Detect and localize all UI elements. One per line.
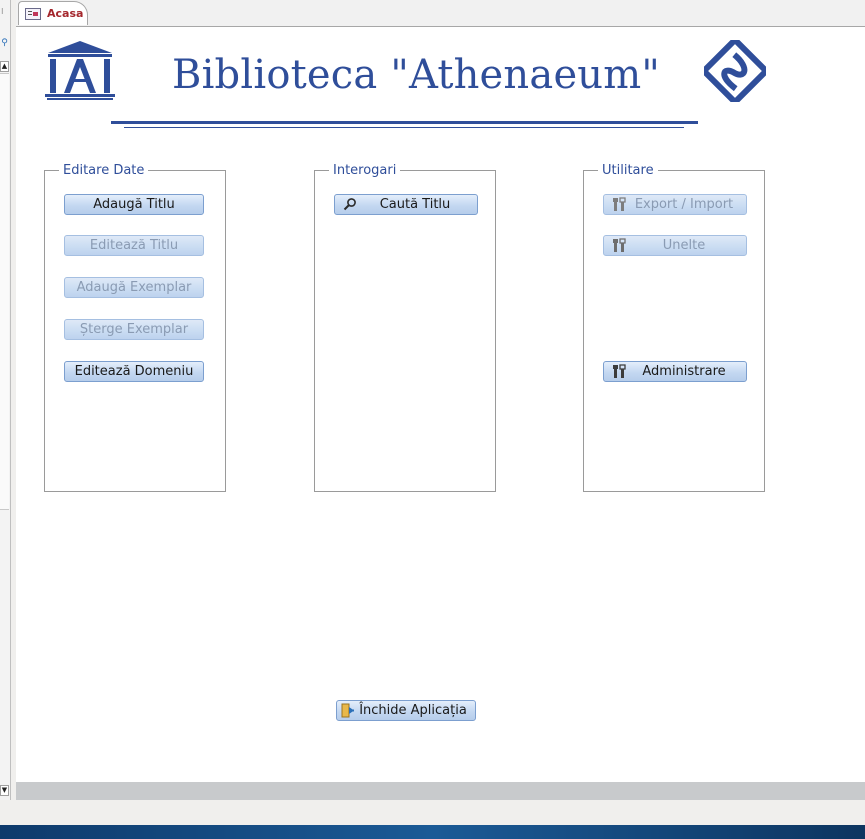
nav-scrollbar-track[interactable] (0, 73, 9, 510)
scroll-up-button[interactable]: ▲ (0, 61, 9, 72)
athenaeum-logo (45, 41, 115, 100)
page-title: Biblioteca "Athenaeum" (171, 52, 661, 98)
institution-logo (704, 40, 766, 102)
close-application-button[interactable]: Închide Aplicația (336, 700, 476, 721)
form-acasa: Biblioteca "Athenaeum" Editare Date Adau… (16, 26, 865, 783)
tools-icon (613, 238, 626, 252)
tools-button[interactable]: Unelte (603, 235, 747, 256)
header-divider-thin (124, 127, 684, 128)
form-icon (25, 7, 41, 20)
header-divider (111, 121, 698, 124)
tools-icon (613, 197, 626, 211)
administration-button[interactable]: Administrare (603, 361, 747, 382)
exit-icon (341, 703, 354, 718)
scroll-down-button[interactable]: ▼ (0, 785, 9, 796)
status-bar (16, 782, 865, 800)
group-label: Interogari (329, 162, 401, 179)
ellipsis-icon[interactable]: ⁝ (1, 8, 4, 16)
group-label: Utilitare (598, 162, 658, 179)
tab-label: Acasa (47, 7, 84, 20)
group-utilitare: Utilitare Export / Import Unelte Adminis… (583, 162, 765, 492)
add-title-button[interactable]: Adaugă Titlu (64, 194, 204, 215)
group-editare-date: Editare Date Adaugă Titlu Editează Titlu… (44, 162, 226, 492)
edit-title-button[interactable]: Editează Titlu (64, 235, 204, 256)
add-copy-button[interactable]: Adaugă Exemplar (64, 277, 204, 298)
document-tab-bar: Acasa (16, 0, 865, 26)
search-icon[interactable]: ⚲ (0, 37, 9, 49)
edit-domain-button[interactable]: Editează Domeniu (64, 361, 204, 382)
tools-icon (613, 364, 626, 378)
group-label: Editare Date (59, 162, 149, 179)
taskbar (0, 825, 865, 839)
search-icon (343, 198, 356, 211)
navigation-pane-collapsed: ⁝ ⚲ ▲ ▼ (0, 0, 11, 800)
search-title-button[interactable]: Caută Titlu (334, 194, 478, 215)
group-interogari: Interogari Caută Titlu (314, 162, 496, 492)
delete-copy-button[interactable]: Șterge Exemplar (64, 319, 204, 340)
tab-acasa[interactable]: Acasa (18, 1, 88, 25)
window-bottom-edge (0, 800, 865, 825)
export-import-button[interactable]: Export / Import (603, 194, 747, 215)
